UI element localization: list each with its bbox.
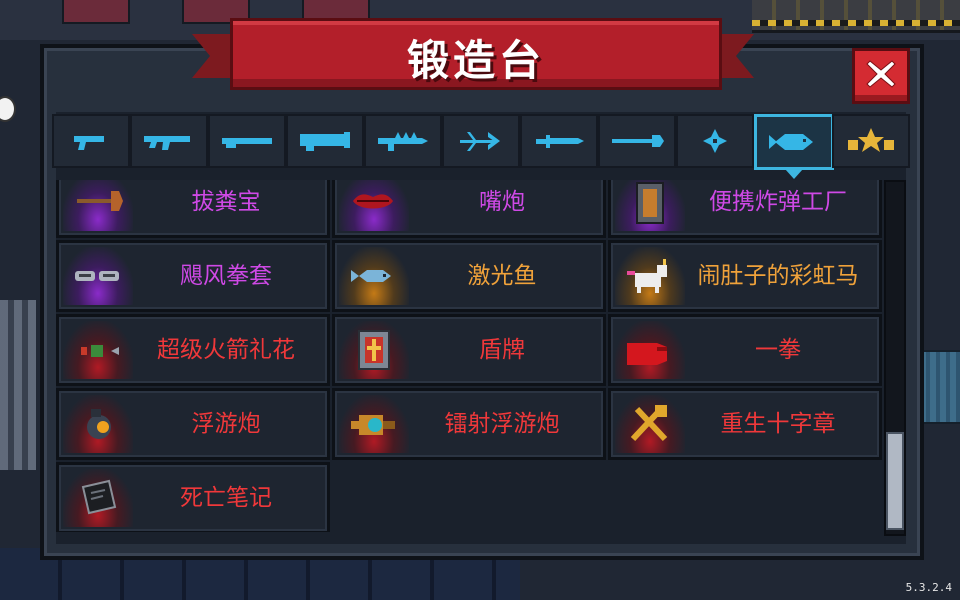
tab-fish[interactable] <box>754 114 834 179</box>
star-items-icon <box>848 128 894 152</box>
pistol-icon <box>74 136 104 150</box>
launcher-icon <box>300 132 350 151</box>
plunger-icon <box>77 191 123 211</box>
tab-spear[interactable] <box>598 114 676 168</box>
lips-icon <box>353 194 393 209</box>
tab-shotgun[interactable] <box>208 114 286 168</box>
shuriken-icon <box>703 129 727 153</box>
rifle-icon <box>144 136 190 150</box>
item-card[interactable]: 一拳 <box>608 314 882 386</box>
item-grid: 拔粪宝 嘴炮 便携炸弹工厂 飓风拳套 激光鱼 闹肚子的彩虹马 超级火箭礼花 盾牌 <box>56 180 882 532</box>
item-card[interactable]: 拔粪宝 <box>56 180 330 238</box>
close-icon <box>866 60 896 88</box>
close-button[interactable] <box>852 48 910 104</box>
firework-icon <box>75 345 119 357</box>
laser-drone-icon <box>351 415 395 435</box>
tab-shuriken[interactable] <box>676 114 754 168</box>
shield-icon <box>358 330 390 370</box>
tab-misc[interactable] <box>832 114 910 168</box>
item-card[interactable]: 飓风拳套 <box>56 240 330 312</box>
death-note-icon <box>81 479 117 515</box>
bow-icon <box>460 132 500 151</box>
item-card[interactable]: 死亡笔记 <box>56 462 330 532</box>
tab-pistol[interactable] <box>52 114 130 168</box>
item-card[interactable]: 激光鱼 <box>332 240 606 312</box>
bg-machine <box>918 350 960 424</box>
scrollbar-thumb[interactable] <box>886 432 904 530</box>
laser-fish-icon <box>351 270 391 282</box>
spear-icon <box>612 135 664 147</box>
item-card[interactable]: 超级火箭礼花 <box>56 314 330 386</box>
item-card[interactable]: 嘴炮 <box>332 180 606 238</box>
tab-spiked-rifle[interactable] <box>364 114 442 168</box>
drone-icon <box>87 409 111 439</box>
spiked-rifle-icon <box>378 132 428 151</box>
shotgun-icon <box>222 138 272 148</box>
tab-rifle[interactable] <box>130 114 208 168</box>
bomb-factory-icon <box>636 182 664 224</box>
bg-crate <box>62 0 130 24</box>
tab-launcher[interactable] <box>286 114 364 168</box>
item-card[interactable]: 镭射浮游炮 <box>332 388 606 460</box>
item-card[interactable]: 便携炸弹工厂 <box>608 180 882 238</box>
item-card[interactable]: 闹肚子的彩虹马 <box>608 240 882 312</box>
gauntlet-icon <box>75 271 119 281</box>
category-tabs <box>52 114 910 179</box>
sword-icon <box>536 135 584 148</box>
version-label: 5.3.2.4 <box>905 581 952 594</box>
item-card[interactable]: 浮游炮 <box>56 388 330 460</box>
active-tab-pointer <box>785 169 803 179</box>
unicorn-icon <box>627 259 667 293</box>
tab-sword[interactable] <box>520 114 598 168</box>
fish-icon <box>769 134 813 150</box>
bg-gas-tanks <box>0 300 36 470</box>
item-card[interactable]: 重生十字章 <box>608 388 882 460</box>
red-glove-icon <box>627 343 667 365</box>
item-card[interactable]: 盾牌 <box>332 314 606 386</box>
bg-machinery <box>752 0 960 33</box>
cross-medal-icon <box>630 405 668 442</box>
title-banner: 锻造台 <box>192 18 736 90</box>
page-title: 锻造台 <box>406 36 545 85</box>
tab-bow[interactable] <box>442 114 520 168</box>
